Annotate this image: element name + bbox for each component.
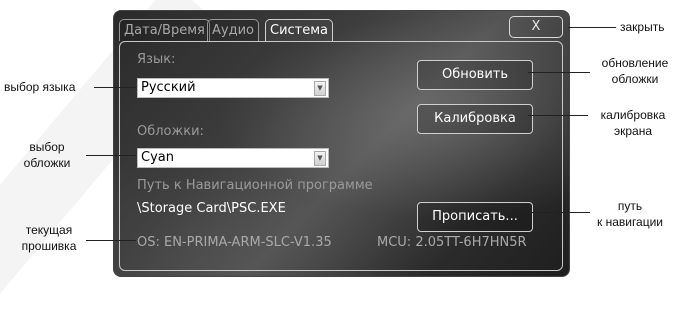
tab-audio[interactable]: Аудио	[207, 19, 259, 41]
callout-line-calibrate	[528, 115, 588, 116]
firmware-os: OS: EN-PRIMA-ARM-SLC-V1.35	[137, 235, 332, 250]
chevron-down-icon: ▼	[314, 151, 326, 166]
callout-calibrate-screen: калибровка экрана	[590, 107, 676, 139]
callout-skin-select: выбор обложки	[12, 139, 82, 171]
callout-line-language	[94, 87, 136, 88]
callout-close: закрыть	[620, 20, 665, 34]
language-select[interactable]: Русский ▼	[137, 78, 329, 98]
language-selected-value: Русский	[141, 80, 196, 95]
callout-calibrate-screen-line2: экрана	[613, 124, 653, 138]
callout-language-select: выбор языка	[4, 80, 76, 94]
tab-system[interactable]: Система	[265, 19, 334, 41]
chevron-down-icon: ▼	[314, 81, 326, 96]
language-label: Язык:	[137, 52, 176, 67]
callout-current-firmware: текущая прошивка	[14, 222, 84, 254]
tab-date-time[interactable]: Дата/Время	[119, 19, 210, 41]
assign-nav-path-button[interactable]: Прописать...	[417, 202, 533, 232]
callout-skin-select-line1: выбор	[29, 140, 65, 154]
callout-line-update	[528, 72, 590, 73]
nav-path-label: Путь к Навигационной программе	[137, 178, 373, 193]
callout-update-skin-line2: обложки	[611, 72, 659, 86]
close-button[interactable]: X	[509, 16, 563, 38]
callout-line-close	[568, 27, 616, 28]
system-panel: Язык: Русский ▼ Обложки: Cyan ▼ Путь к Н…	[119, 41, 563, 271]
callout-calibrate-screen-line1: калибровка	[600, 108, 666, 122]
callout-update-skin-line1: обновление	[601, 56, 669, 70]
callout-line-skin	[86, 155, 136, 156]
callout-line-firmware	[86, 240, 136, 241]
nav-path-value: \Storage Card\PSC.EXE	[137, 201, 286, 216]
callout-nav-path-line2: к навигации	[596, 215, 664, 229]
update-skin-button[interactable]: Обновить	[417, 60, 533, 90]
callout-nav-path: путь к навигации	[584, 198, 676, 230]
skin-label: Обложки:	[137, 124, 204, 139]
callout-nav-path-line1: путь	[617, 199, 643, 213]
callout-current-firmware-line2: прошивка	[21, 239, 77, 253]
callout-current-firmware-line1: текущая	[25, 223, 73, 237]
callout-skin-select-line2: обложки	[23, 156, 71, 170]
callout-update-skin: обновление обложки	[592, 55, 678, 87]
firmware-mcu: MCU: 2.05TT-6H7HN5R	[377, 235, 527, 250]
callout-line-nav-path	[528, 212, 590, 213]
skin-selected-value: Cyan	[141, 150, 174, 165]
skin-select[interactable]: Cyan ▼	[137, 148, 329, 168]
settings-dialog: Дата/Время Аудио Система X Язык: Русский…	[113, 10, 570, 277]
calibrate-button[interactable]: Калибровка	[417, 104, 533, 134]
